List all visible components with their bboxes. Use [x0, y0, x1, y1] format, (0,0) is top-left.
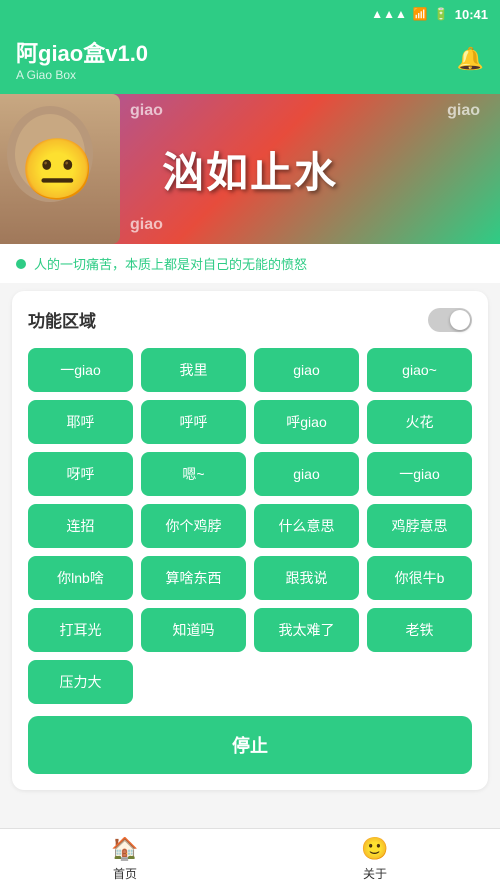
nav-home-label: 首页 [113, 865, 137, 882]
notification-bell-icon[interactable]: 🔔 [457, 46, 484, 72]
bottom-navigation: 🏠 首页 🙂 关于 [0, 828, 500, 888]
function-btn-19[interactable]: 你很牛b [367, 556, 472, 600]
card-header: 功能区域 [28, 307, 472, 332]
card-title: 功能区域 [28, 307, 96, 332]
function-btn-10[interactable]: giao [254, 452, 359, 496]
function-btn-24[interactable]: 压力大 [28, 660, 133, 704]
battery-icon: 🔋 [434, 7, 449, 21]
nav-about-label: 关于 [363, 865, 387, 882]
function-btn-17[interactable]: 算啥东西 [141, 556, 246, 600]
status-time: 10:41 [455, 7, 488, 22]
function-btn-9[interactable]: 嗯~ [141, 452, 246, 496]
signal-icon: ▲▲▲ [371, 7, 407, 21]
function-btn-23[interactable]: 老铁 [367, 608, 472, 652]
function-btn-2[interactable]: giao [254, 348, 359, 392]
status-bar: ▲▲▲ 📶 🔋 10:41 [0, 0, 500, 28]
function-btn-18[interactable]: 跟我说 [254, 556, 359, 600]
function-btn-3[interactable]: giao~ [367, 348, 472, 392]
function-toggle[interactable] [428, 308, 472, 332]
function-btn-13[interactable]: 你个鸡脖 [141, 504, 246, 548]
banner-face [0, 94, 120, 244]
function-btn-0[interactable]: 一giao [28, 348, 133, 392]
quote-text: 人的一切痛苦，本质上都是对自己的无能的愤怒 [34, 254, 307, 273]
home-icon: 🏠 [111, 836, 138, 862]
function-btn-8[interactable]: 呀呼 [28, 452, 133, 496]
wifi-icon: 📶 [413, 7, 428, 21]
banner-text: 汹如止水 [162, 139, 338, 200]
stop-button[interactable]: 停止 [28, 716, 472, 774]
nav-about[interactable]: 🙂 关于 [250, 836, 500, 882]
function-btn-6[interactable]: 呼giao [254, 400, 359, 444]
function-btn-11[interactable]: 一giao [367, 452, 472, 496]
function-btn-21[interactable]: 知道吗 [141, 608, 246, 652]
app-header: 阿giao盒v1.0 A Giao Box 🔔 [0, 28, 500, 94]
banner-giao-top-right: giao [447, 102, 480, 120]
banner-image: giao giao giao 汹如止水 [0, 94, 500, 244]
function-btn-12[interactable]: 连招 [28, 504, 133, 548]
function-btn-14[interactable]: 什么意思 [254, 504, 359, 548]
banner-giao-bottom: giao [130, 216, 163, 234]
function-btn-16[interactable]: 你lnb啥 [28, 556, 133, 600]
function-btn-1[interactable]: 我里 [141, 348, 246, 392]
function-btn-7[interactable]: 火花 [367, 400, 472, 444]
function-button-grid: 一giao我里giaogiao~耶呼呼呼呼giao火花呀呼嗯~giao一giao… [28, 348, 472, 704]
function-btn-20[interactable]: 打耳光 [28, 608, 133, 652]
function-btn-4[interactable]: 耶呼 [28, 400, 133, 444]
function-btn-5[interactable]: 呼呼 [141, 400, 246, 444]
function-btn-22[interactable]: 我太难了 [254, 608, 359, 652]
function-card: 功能区域 一giao我里giaogiao~耶呼呼呼呼giao火花呀呼嗯~giao… [12, 291, 488, 790]
nav-home[interactable]: 🏠 首页 [0, 836, 250, 882]
banner-giao-top-left: giao [130, 102, 163, 120]
app-subtitle: A Giao Box [16, 68, 148, 82]
about-icon: 🙂 [361, 836, 388, 862]
function-btn-15[interactable]: 鸡脖意思 [367, 504, 472, 548]
app-title: 阿giao盒v1.0 [16, 36, 148, 68]
quote-dot [16, 259, 26, 269]
quote-bar: 人的一切痛苦，本质上都是对自己的无能的愤怒 [0, 244, 500, 283]
